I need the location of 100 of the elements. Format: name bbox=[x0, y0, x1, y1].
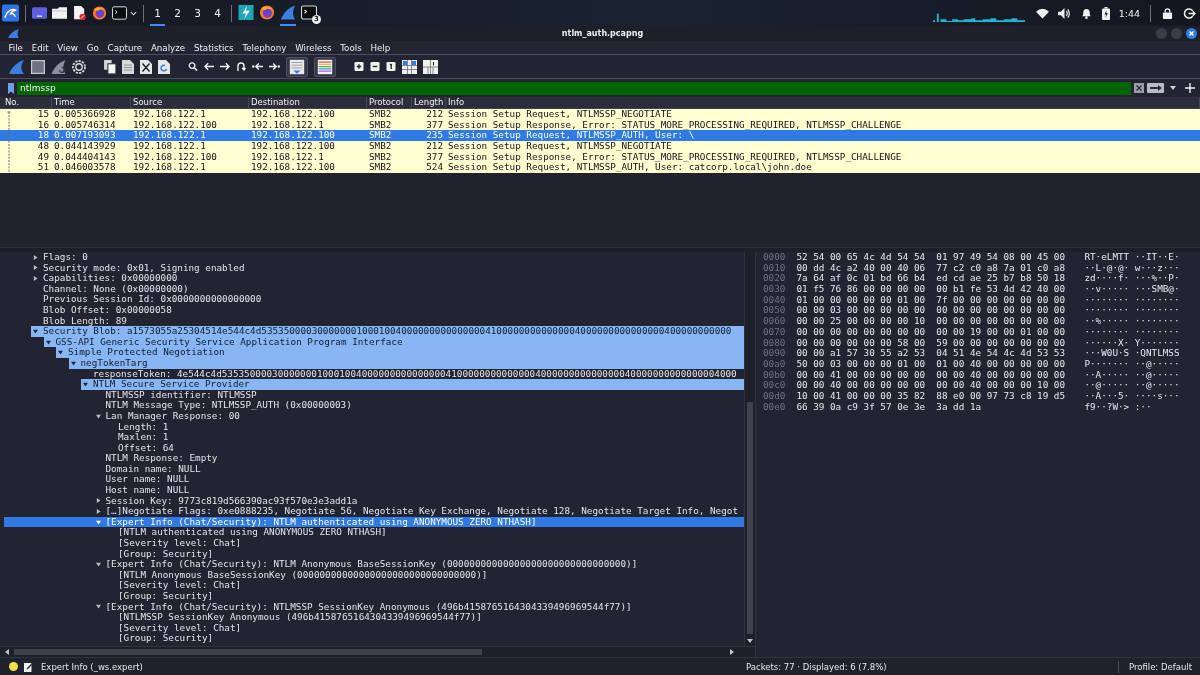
close-icon[interactable] bbox=[1186, 28, 1197, 39]
gear-icon[interactable] bbox=[72, 59, 86, 74]
page-scroll-icon[interactable] bbox=[286, 56, 308, 77]
tree-item[interactable]: Channel: None (0x00000000) bbox=[43, 283, 189, 295]
tree-item[interactable]: Previous Session Id: 0x0000000000000000 bbox=[43, 294, 262, 305]
caret-icon[interactable] bbox=[130, 10, 137, 16]
expanded-arrow-icon[interactable] bbox=[95, 562, 101, 567]
display-filter-field[interactable]: ntlmssp bbox=[17, 81, 1131, 95]
expanded-arrow-icon[interactable] bbox=[95, 604, 101, 610]
clock[interactable]: 1:44 bbox=[1118, 7, 1140, 19]
scroll-down-arrow-icon[interactable] bbox=[747, 639, 753, 643]
workspace-tab[interactable]: 2 bbox=[170, 0, 185, 26]
scroll-left-arrow-icon[interactable] bbox=[5, 649, 9, 655]
u-turn-arrow-icon[interactable] bbox=[236, 62, 246, 71]
tree-item[interactable]: […]Negotiate Flags: 0xe0888235, Negotiate 56, Negotiate Key Exchange, Negotiate 128, Negotiate Target Info, Negot bbox=[93, 506, 738, 517]
tree-item[interactable]: [Expert Info (Chat/Security): NTLMSSP SessionKey Anonymous (496b4158765164304339496969544f77)] bbox=[93, 601, 632, 613]
collapsed-arrow-icon[interactable] bbox=[33, 276, 38, 281]
tree-item[interactable]: Blob Length: 89 bbox=[43, 315, 127, 327]
tree-item[interactable]: Session Key: 9773c819d566390ac93f570e3e3add1a bbox=[93, 495, 358, 507]
zoom-in-icon[interactable] bbox=[354, 62, 364, 71]
vertical-scrollbar[interactable] bbox=[744, 252, 755, 646]
globe-icon[interactable] bbox=[92, 6, 107, 20]
tree-item[interactable]: [NTLM authenticated using ANONYMOUS ZERO NTHASH] bbox=[118, 527, 387, 539]
tree-item[interactable]: NTLM Secure Service Provider bbox=[81, 379, 744, 390]
collapsed-arrow-icon[interactable] bbox=[33, 254, 38, 260]
zoom-out-icon[interactable] bbox=[370, 62, 380, 71]
tree-item[interactable]: Security Blob: a1573055a25304514e544c4d535350000300000001000100400000000000000041000000000000004000000000000000400000000000 bbox=[31, 326, 744, 337]
striped-lines-icon[interactable] bbox=[314, 56, 336, 77]
column-header[interactable]: Time bbox=[52, 97, 131, 108]
tree-item[interactable]: Host name: NULL bbox=[105, 485, 190, 496]
column-header[interactable]: Protocol bbox=[367, 97, 412, 108]
workspace-tab[interactable]: 4 bbox=[210, 0, 225, 26]
expanded-arrow-icon[interactable] bbox=[83, 381, 88, 387]
tree-item[interactable]: [Group: Security] bbox=[118, 633, 214, 644]
menu-item[interactable]: Edit bbox=[27, 41, 53, 54]
profile-text[interactable]: Profile: Default bbox=[1128, 661, 1192, 672]
expanded-arrow-icon[interactable] bbox=[45, 339, 51, 345]
notes-icon[interactable] bbox=[24, 661, 33, 672]
grid-panes-icon[interactable] bbox=[423, 59, 438, 74]
packet-row[interactable]: 48 0.044143929 192.168.122.1 192.168.122.100 SMB2 212 Session Setup Request, NTLMSSP_NEGOTIATE bbox=[0, 141, 1200, 152]
document-icon[interactable] bbox=[122, 59, 134, 74]
tree-item[interactable]: responseToken: 4e544c4d53535000030000000100010040000000000000004100000000000000400000000000000040000000000000004000 bbox=[93, 368, 737, 380]
logout-icon[interactable] bbox=[1183, 7, 1196, 19]
document-refresh-icon[interactable] bbox=[158, 59, 170, 74]
expanded-arrow-icon[interactable] bbox=[33, 328, 38, 334]
menu-item[interactable]: Wireless bbox=[290, 41, 336, 54]
scroll-right-arrow-icon[interactable] bbox=[730, 649, 734, 655]
tree-item[interactable]: Length: 1 bbox=[118, 421, 169, 433]
expanded-arrow-icon[interactable] bbox=[58, 350, 63, 356]
column-header[interactable]: Info bbox=[446, 97, 1200, 108]
wifi-icon[interactable] bbox=[1035, 7, 1049, 19]
desktop-icon[interactable] bbox=[32, 6, 47, 20]
tree-item[interactable]: [Group: Security] bbox=[118, 591, 214, 602]
document-x-icon[interactable] bbox=[140, 59, 152, 74]
tree-item[interactable]: Blob Offset: 0x00000058 bbox=[43, 304, 172, 316]
volume-icon[interactable] bbox=[1057, 7, 1071, 19]
expanded-arrow-icon[interactable] bbox=[95, 413, 101, 419]
tree-item[interactable]: Lan Manager Response: 00 bbox=[93, 410, 240, 422]
tree-item[interactable]: negTokenTarg bbox=[68, 357, 744, 369]
tree-item[interactable]: NTLMSSP identifier: NTLMSSP bbox=[105, 389, 257, 401]
documents-icon[interactable] bbox=[104, 59, 116, 74]
collapsed-arrow-icon[interactable] bbox=[33, 265, 38, 271]
menu-item[interactable]: Go bbox=[82, 41, 104, 54]
tree-item[interactable]: Maxlen: 1 bbox=[118, 432, 169, 443]
tree-item[interactable]: Security mode: 0x01, Signing enabled bbox=[31, 262, 245, 274]
lock-icon[interactable] bbox=[1161, 7, 1174, 19]
stop-square-icon[interactable] bbox=[31, 59, 45, 74]
terminal-icon[interactable] bbox=[112, 6, 127, 20]
menu-item[interactable]: Tools bbox=[335, 41, 367, 54]
tree-item[interactable]: Flags: 0 bbox=[31, 252, 88, 263]
tree-item[interactable]: User name: NULL bbox=[105, 474, 190, 486]
column-header[interactable]: No. bbox=[0, 97, 52, 108]
column-header[interactable]: Destination bbox=[249, 97, 367, 108]
tree-item[interactable]: [Severity level: Chat] bbox=[118, 622, 242, 634]
caret-icon[interactable] bbox=[1170, 86, 1176, 90]
tree-item[interactable]: GSS-API Generic Security Service Application Program Interface bbox=[43, 336, 744, 348]
tree-item[interactable]: [Expert Info (Chat/Security): NTLM authenticated using ANONYMOUS ZERO NTHASH] bbox=[4, 516, 744, 528]
tree-item[interactable]: [NTLMSSP SessionKey Anonymous (496b4158765164304339496969544f77)] bbox=[118, 612, 482, 623]
tree-item[interactable]: [Severity level: Chat] bbox=[118, 538, 242, 549]
packet-row[interactable]: 16 0.005746314 192.168.122.100 192.168.122.1 SMB2 377 Session Setup Response, Error: STATUS_MORE_PROCESSING_REQUIRED, NTLMSSP_CHALLENGE bbox=[0, 119, 1200, 131]
grid-columns-icon[interactable] bbox=[402, 59, 417, 74]
tree-item[interactable]: [Group: Security] bbox=[118, 548, 214, 560]
document-icon[interactable] bbox=[72, 6, 87, 20]
tree-item[interactable]: Simple Protected Negotiation bbox=[56, 347, 744, 358]
battery-icon[interactable] bbox=[1101, 6, 1110, 20]
menu-item[interactable]: View bbox=[52, 41, 83, 54]
arrow-to-end-icon[interactable] bbox=[269, 62, 280, 71]
fin-refresh-icon[interactable] bbox=[51, 59, 66, 74]
tree-item[interactable]: [Severity level: Chat] bbox=[118, 580, 242, 591]
folder-icon[interactable] bbox=[52, 6, 67, 20]
tree-item[interactable]: [NTLM Anonymous BaseSessionKey (00000000000000000000000000000000)] bbox=[118, 569, 488, 581]
packet-row[interactable]: 51 0.046003578 192.168.122.1 192.168.122.100 SMB2 524 Session Setup Request, NTLMSSP_AUTH, User: catcorp.local\john.doe bbox=[0, 162, 1200, 174]
collapsed-arrow-icon[interactable] bbox=[95, 498, 101, 504]
tree-item[interactable]: NTLM Response: Empty bbox=[105, 453, 218, 464]
tree-item[interactable]: NTLM Message Type: NTLMSSP_AUTH (0x00000003) bbox=[105, 400, 352, 411]
packet-row[interactable]: 15 0.005366928 192.168.122.1 192.168.122.100 SMB2 212 Session Setup Request, NTLMSSP_NEGOTIATE bbox=[0, 109, 1200, 120]
arrow-to-start-icon[interactable] bbox=[252, 62, 263, 71]
tree-item[interactable]: [Expert Info (Chat/Security): NTLM Anonymous BaseSessionKey (00000000000000000000000000000000)] bbox=[93, 559, 638, 570]
tree-item[interactable]: Capabilities: 0x00000000 bbox=[31, 273, 178, 284]
tree-item[interactable]: Domain name: NULL bbox=[105, 463, 201, 475]
